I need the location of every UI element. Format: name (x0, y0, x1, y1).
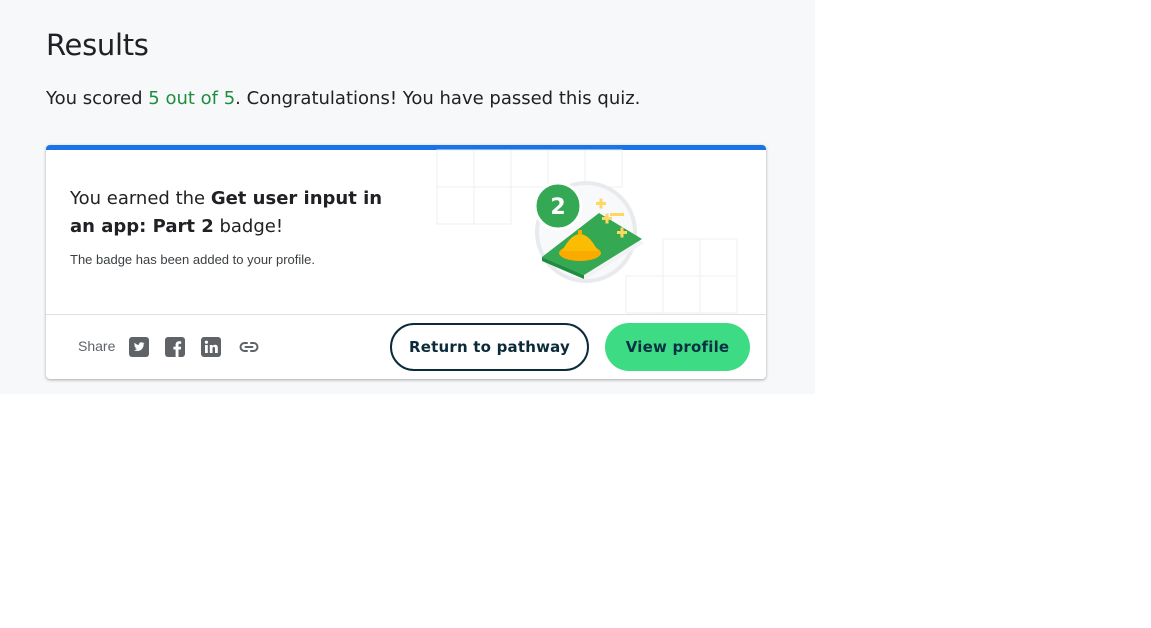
earned-prefix: You earned the (70, 188, 211, 209)
card-divider (46, 314, 766, 315)
score-prefix: You scored (46, 88, 149, 109)
facebook-icon (165, 337, 185, 357)
twitter-icon (129, 337, 149, 357)
linkedin-icon (201, 337, 221, 357)
copy-link-button[interactable] (238, 336, 260, 358)
score-text: You scored 5 out of 5. Congratulations! … (46, 88, 640, 109)
results-panel: Results You scored 5 out of 5. Congratul… (0, 0, 815, 394)
badge-number: 2 (550, 195, 565, 220)
link-icon (239, 342, 259, 352)
view-profile-button[interactable]: View profile (605, 323, 750, 371)
score-value: 5 out of 5 (148, 88, 236, 109)
return-to-pathway-button[interactable]: Return to pathway (390, 323, 589, 371)
share-label: Share (78, 338, 116, 354)
score-suffix: . Congratulations! You have passed this … (235, 88, 641, 109)
badge-card: 2 You earned the Get user input in an ap… (46, 145, 766, 379)
badge-note: The badge has been added to your profile… (70, 252, 316, 267)
badge-earned-text: You earned the Get user input in an app:… (70, 185, 390, 241)
twitter-share-button[interactable] (128, 336, 150, 358)
linkedin-share-button[interactable] (200, 336, 222, 358)
earned-suffix: badge! (213, 216, 284, 237)
page-title: Results (46, 28, 149, 62)
facebook-share-button[interactable] (164, 336, 186, 358)
